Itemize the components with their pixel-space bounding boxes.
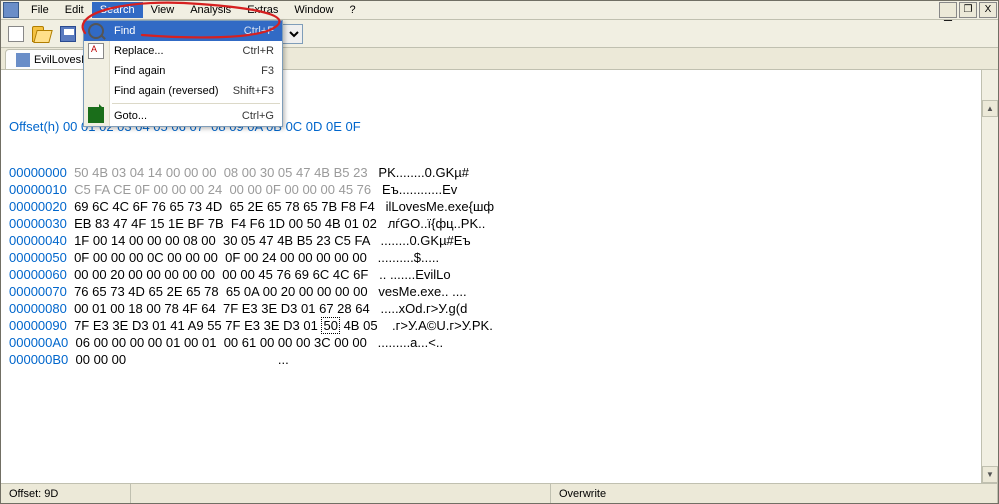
vertical-scrollbar[interactable]: ▲ ▼ <box>981 70 998 483</box>
hex-offset: 00000050 <box>9 250 67 265</box>
hex-row[interactable]: 00000080 00 01 00 18 00 78 4F 64 7F E3 3… <box>9 300 990 317</box>
menu-item-label: Replace... <box>114 45 164 57</box>
goto-icon <box>88 107 104 123</box>
new-file-button[interactable] <box>5 23 27 45</box>
hex-bytes: 00 01 00 18 00 78 4F 64 7F E3 3E D3 01 6… <box>74 301 370 316</box>
hex-row[interactable]: 00000020 69 6C 4C 6F 76 65 73 4D 65 2E 6… <box>9 198 990 215</box>
hex-bytes: 76 65 73 4D 65 2E 65 78 65 0A 00 20 00 0… <box>74 284 367 299</box>
menu-item-find[interactable]: Find Ctrl+F <box>84 21 282 41</box>
hex-bytes: EB 83 47 4F 15 1E BF 7B F4 F6 1D 00 50 4… <box>74 216 377 231</box>
menu-item-shortcut: Ctrl+F <box>244 25 274 37</box>
hex-row[interactable]: 00000010 C5 FA CE 0F 00 00 00 24 00 00 0… <box>9 181 990 198</box>
menu-item-label: Find again <box>114 65 165 77</box>
menu-analysis[interactable]: Analysis <box>182 2 239 18</box>
scroll-up-button[interactable]: ▲ <box>982 100 998 117</box>
restore-button[interactable]: ❐ <box>959 2 977 18</box>
menu-item-find-again[interactable]: Find again F3 <box>84 61 282 81</box>
hex-ascii: vesMe.exe.. .... <box>378 284 466 299</box>
hex-ascii: PK........0.GKµ# <box>378 165 469 180</box>
menu-item-shortcut: Ctrl+R <box>243 45 274 57</box>
hex-row[interactable]: 00000060 00 00 20 00 00 00 00 00 00 00 4… <box>9 266 990 283</box>
hex-ascii: Eъ............Ev <box>382 182 457 197</box>
hex-row[interactable]: 00000040 1F 00 14 00 00 00 08 00 30 05 4… <box>9 232 990 249</box>
hex-ascii: .........a...<.. <box>378 335 443 350</box>
hex-bytes: 06 00 00 00 00 01 00 01 00 61 00 00 00 3… <box>76 335 367 350</box>
hex-bytes: 69 6C 4C 6F 76 65 73 4D 65 2E 65 78 65 7… <box>74 199 375 214</box>
menu-edit[interactable]: Edit <box>57 2 92 18</box>
menu-item-label: Find again (reversed) <box>114 85 219 97</box>
search-menu-dropdown: FindCtrl+FReplace...Ctrl+RFind againF3Fi… <box>83 20 283 127</box>
save-icon <box>60 26 76 42</box>
menu-item-shortcut: Ctrl+G <box>242 110 274 122</box>
menu-item-label: Goto... <box>114 110 147 122</box>
tab-filename: EvilLovesM <box>34 54 90 66</box>
hex-row[interactable]: 00000030 EB 83 47 4F 15 1E BF 7B F4 F6 1… <box>9 215 990 232</box>
save-file-button[interactable] <box>57 23 79 45</box>
hex-row[interactable]: 00000070 76 65 73 4D 65 2E 65 78 65 0A 0… <box>9 283 990 300</box>
hex-ascii: .. .......EvilLo <box>379 267 451 282</box>
menu-item-replace---[interactable]: Replace... Ctrl+R <box>84 41 282 61</box>
hex-ascii: ..........$..... <box>378 250 439 265</box>
menu-extras[interactable]: Extras <box>239 2 286 18</box>
open-folder-icon <box>32 26 44 42</box>
hex-offset: 00000040 <box>9 233 67 248</box>
hex-ascii: ... <box>278 352 289 367</box>
menubar: FileEditSearchViewAnalysisExtrasWindow? … <box>1 1 998 20</box>
hex-bytes: 00 00 20 00 00 00 00 00 00 00 45 76 69 6… <box>74 267 368 282</box>
hex-row[interactable]: 00000090 7F E3 3E D3 01 41 A9 55 7F E3 3… <box>9 317 990 334</box>
new-file-icon <box>8 26 24 42</box>
replace-icon <box>88 43 104 59</box>
hex-offset: 00000070 <box>9 284 67 299</box>
hex-ascii: .г>У.A©U.г>У.PK. <box>392 318 493 333</box>
menu-q[interactable]: ? <box>342 2 364 18</box>
hex-row[interactable]: 000000A0 06 00 00 00 00 01 00 01 00 61 0… <box>9 334 990 351</box>
find-icon <box>88 23 104 39</box>
hex-ascii: ........0.GKµ#Eъ <box>381 233 471 248</box>
hex-bytes: C5 FA CE 0F 00 00 00 24 00 00 0F 00 00 0… <box>74 182 371 197</box>
menu-item-find-again--reversed-[interactable]: Find again (reversed) Shift+F3 <box>84 81 282 101</box>
menu-item-label: Find <box>114 25 135 37</box>
close-button[interactable]: X <box>979 2 997 18</box>
hex-offset: 00000000 <box>9 165 67 180</box>
status-mid <box>131 484 551 503</box>
open-file-button[interactable] <box>31 23 53 45</box>
hex-offset: 00000090 <box>9 318 67 333</box>
menu-separator <box>112 103 280 104</box>
status-mode: Overwrite <box>551 484 998 503</box>
hex-offset: 00000060 <box>9 267 67 282</box>
hex-bytes: 00 00 00 <box>76 352 127 367</box>
hex-row[interactable]: 00000000 50 4B 03 04 14 00 00 00 08 00 3… <box>9 164 990 181</box>
hex-bytes: 1F 00 14 00 00 00 08 00 30 05 47 4B B5 2… <box>74 233 370 248</box>
window-controls: _ ❐ X <box>939 2 997 18</box>
file-icon <box>16 53 30 67</box>
menu-item-shortcut: Shift+F3 <box>233 85 274 97</box>
app-icon <box>3 2 19 18</box>
menu-file[interactable]: File <box>23 2 57 18</box>
hex-editor-view[interactable]: ▲ ▼ Offset(h) 00 01 02 03 04 05 06 07 08… <box>1 70 998 483</box>
menu-item-shortcut: F3 <box>261 65 274 77</box>
hex-bytes: 50 4B 03 04 14 00 00 00 08 00 30 05 47 4… <box>74 165 367 180</box>
statusbar: Offset: 9D Overwrite <box>1 483 998 503</box>
hex-offset: 00000030 <box>9 216 67 231</box>
hex-cursor-byte[interactable]: 50 <box>321 317 339 334</box>
minimize-button[interactable]: _ <box>939 2 957 18</box>
hex-row[interactable]: 00000050 0F 00 00 00 0C 00 00 00 0F 00 2… <box>9 249 990 266</box>
status-offset: Offset: 9D <box>1 484 131 503</box>
hex-offset: 000000B0 <box>9 352 68 367</box>
hex-ascii: .....xOd.г>У.g(d <box>381 301 468 316</box>
hex-bytes: 0F 00 00 00 0C 00 00 00 0F 00 24 00 00 0… <box>74 250 367 265</box>
hex-offset: 00000080 <box>9 301 67 316</box>
scroll-down-button[interactable]: ▼ <box>982 466 998 483</box>
menu-search[interactable]: Search <box>92 2 143 18</box>
hex-row[interactable]: 000000B0 00 00 00 ... <box>9 351 990 368</box>
hex-offset: 000000A0 <box>9 335 68 350</box>
hex-offset: 00000010 <box>9 182 67 197</box>
hex-ascii: ilLovesMe.exe{шф <box>386 199 495 214</box>
hex-offset: 00000020 <box>9 199 67 214</box>
menu-item-goto---[interactable]: Goto... Ctrl+G <box>84 106 282 126</box>
hex-ascii: лѓGO..ї{фц..PK.. <box>388 216 486 231</box>
menu-window[interactable]: Window <box>286 2 341 18</box>
menu-view[interactable]: View <box>143 2 183 18</box>
app-window: _ ❐ X FileEditSearchViewAnalysisExtrasWi… <box>0 0 999 504</box>
